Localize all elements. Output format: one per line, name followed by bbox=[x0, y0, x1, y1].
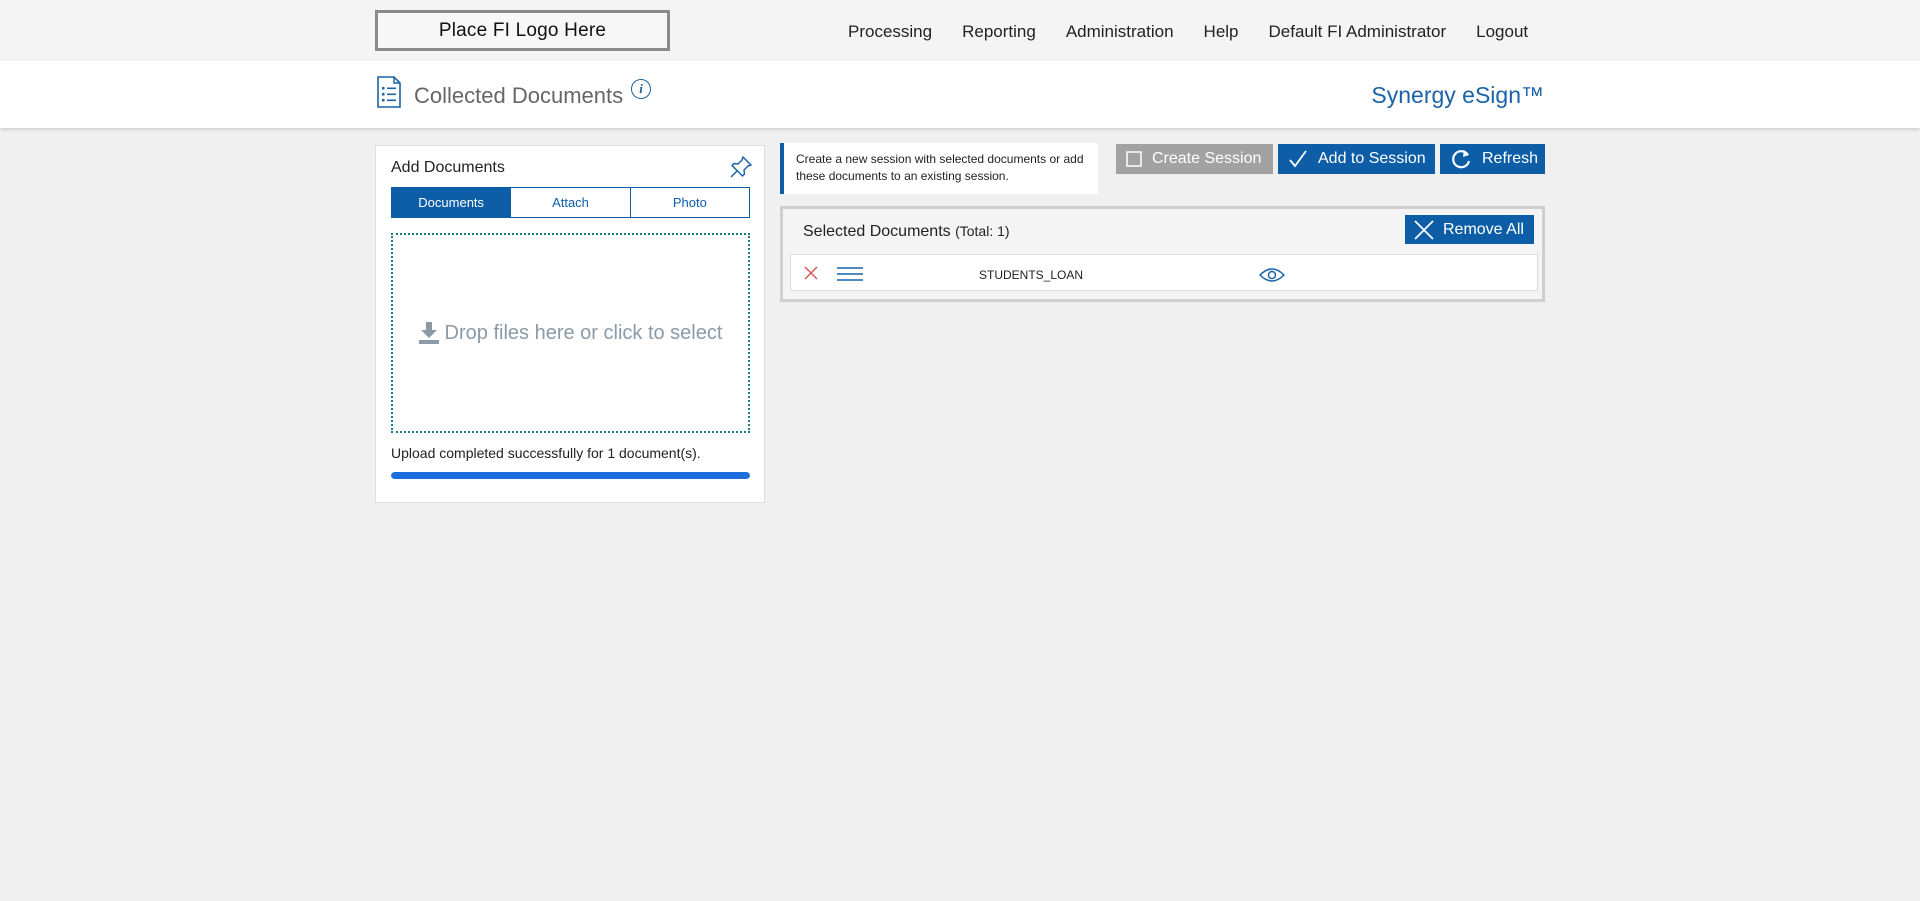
nav-logout[interactable]: Logout bbox=[1476, 22, 1528, 42]
remove-all-label: Remove All bbox=[1443, 220, 1524, 238]
delete-icon[interactable] bbox=[803, 265, 819, 281]
top-bar: Place FI Logo Here Processing Reporting … bbox=[0, 0, 1920, 61]
table-row: STUDENTS_LOAN bbox=[790, 254, 1538, 291]
add-documents-title: Add Documents bbox=[391, 159, 505, 176]
checkbox-icon bbox=[1126, 151, 1142, 167]
remove-all-button[interactable]: Remove All bbox=[1405, 215, 1534, 244]
tab-attach[interactable]: Attach bbox=[511, 188, 631, 217]
download-icon bbox=[418, 322, 439, 344]
eye-icon[interactable] bbox=[1259, 267, 1285, 283]
close-icon bbox=[1414, 219, 1434, 240]
session-hint: Create a new session with selected docum… bbox=[780, 143, 1098, 194]
create-session-label: Create Session bbox=[1152, 150, 1262, 167]
refresh-button[interactable]: Refresh bbox=[1440, 144, 1545, 174]
add-documents-tabs: Documents Attach Photo bbox=[391, 187, 750, 218]
tab-photo[interactable]: Photo bbox=[631, 188, 749, 217]
logo-placeholder: Place FI Logo Here bbox=[375, 10, 670, 51]
add-to-session-label: Add to Session bbox=[1318, 150, 1426, 167]
document-list-icon bbox=[377, 76, 401, 108]
create-session-button[interactable]: Create Session bbox=[1116, 144, 1273, 174]
selected-documents-heading: Selected Documents bbox=[803, 223, 951, 240]
checkmark-icon bbox=[1289, 150, 1307, 168]
main-nav: Processing Reporting Administration Help… bbox=[848, 22, 1528, 42]
page-title: Collected Documents bbox=[414, 83, 624, 108]
refresh-label: Refresh bbox=[1482, 150, 1539, 167]
upload-progress-fill bbox=[391, 472, 750, 479]
document-name: STUDENTS_LOAN bbox=[979, 268, 1084, 282]
upload-status: Upload completed successfully for 1 docu… bbox=[391, 445, 701, 461]
drag-handle-icon[interactable] bbox=[837, 266, 863, 282]
upload-progress-bar bbox=[391, 472, 750, 479]
nav-processing[interactable]: Processing bbox=[848, 22, 932, 42]
selected-documents-total: (Total: 1) bbox=[955, 223, 1010, 239]
dropzone-text: Drop files here or click to select bbox=[444, 321, 723, 344]
info-icon[interactable]: i bbox=[631, 79, 651, 99]
selected-documents-title: Selected Documents (Total: 1) bbox=[803, 223, 1010, 241]
add-documents-panel: Add Documents Documents Attach Photo Dro… bbox=[375, 145, 765, 503]
nav-reporting[interactable]: Reporting bbox=[962, 22, 1036, 42]
add-to-session-button[interactable]: Add to Session bbox=[1278, 144, 1435, 174]
nav-help[interactable]: Help bbox=[1204, 22, 1239, 42]
nav-administration[interactable]: Administration bbox=[1066, 22, 1174, 42]
pin-icon[interactable] bbox=[728, 154, 754, 180]
page-header: Collected Documents i Synergy eSign™ bbox=[0, 61, 1920, 128]
refresh-icon bbox=[1452, 150, 1471, 169]
file-dropzone[interactable]: Drop files here or click to select bbox=[391, 233, 750, 433]
nav-user-menu[interactable]: Default FI Administrator bbox=[1269, 22, 1447, 42]
brand-name: Synergy eSign™ bbox=[1371, 82, 1544, 108]
tab-documents[interactable]: Documents bbox=[392, 188, 512, 217]
selected-documents-panel: Selected Documents (Total: 1) Remove All… bbox=[780, 206, 1545, 302]
